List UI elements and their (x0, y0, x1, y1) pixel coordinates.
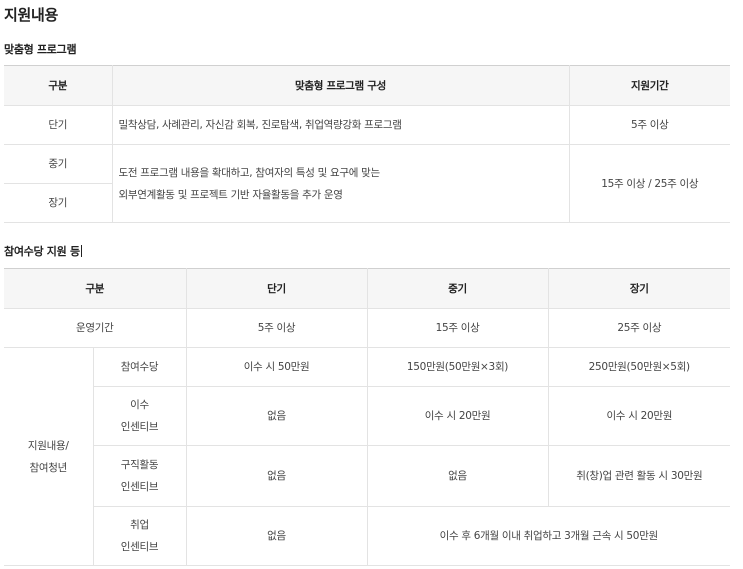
table-row: 단기 밀착상담, 사례관리, 자신감 회복, 진로탐색, 취업역량강화 프로그램… (4, 105, 730, 145)
header-long: 장기 (547, 268, 731, 309)
row-label-short: 단기 (4, 105, 113, 145)
header-mid: 중기 (366, 268, 549, 309)
row-label-allowance: 참여수당 (92, 347, 187, 387)
completion-short: 없음 (185, 386, 368, 446)
table-row: 구직활동 인센티브 없음 없음 취(창)업 관련 활동 시 30만원 (4, 445, 731, 507)
table-header-row: 구분 맞춤형 프로그램 구성 지원기간 (4, 65, 730, 106)
allowance-table: 구분 단기 중기 장기 운영기간 5주 이상 15주 이상 25주 이상 지원내… (4, 268, 731, 566)
row-label-line: 인센티브 (120, 421, 159, 433)
program-content-line: 도전 프로그램 내용을 확대하고, 참여자의 특성 및 요구에 맞는 (118, 166, 381, 179)
header-category: 구분 (4, 268, 187, 309)
section-title-text: 참여수당 지원 등 (4, 245, 80, 258)
row-label-long: 장기 (4, 183, 112, 223)
employment-short: 없음 (185, 506, 368, 566)
section-title-program: 맞춤형 프로그램 (4, 43, 77, 56)
page-title: 지원내용 (4, 6, 59, 24)
row-label-jobseeking-incentive: 구직활동 인센티브 (93, 445, 187, 507)
operation-long: 25주 이상 (547, 308, 731, 348)
program-period-short: 5주 이상 (568, 105, 730, 145)
section-title-allowance: 참여수당 지원 등 (4, 243, 82, 259)
row-label-line: 구직활동 (120, 459, 159, 471)
text-caret (80, 245, 82, 257)
row-label-mid: 중기 (4, 144, 113, 184)
program-content-short: 밀착상담, 사례관리, 자신감 회복, 진로탐색, 취업역량강화 프로그램 (111, 105, 570, 145)
table-header-row: 구분 단기 중기 장기 (4, 268, 731, 309)
jobseeking-long: 취(창)업 관련 활동 시 30만원 (547, 445, 731, 507)
jobseeking-short: 없음 (185, 445, 368, 507)
header-program: 맞춤형 프로그램 구성 (111, 65, 570, 106)
group-label-support: 지원내용/ 참여청년 (4, 347, 94, 566)
operation-short: 5주 이상 (185, 308, 368, 348)
program-content-line: 외부연계활동 및 프로젝트 기반 자율활동을 추가 운영 (118, 188, 343, 201)
table-row: 이수 인센티브 없음 이수 시 20만원 이수 시 20만원 (4, 386, 731, 446)
allowance-mid: 150만원(50만원×3회) (366, 347, 549, 387)
completion-long: 이수 시 20만원 (547, 386, 731, 446)
program-period-midlong: 15주 이상 / 25주 이상 (568, 144, 730, 223)
table-row: 취업 인센티브 없음 이수 후 6개월 이내 취업하고 3개월 근속 시 50만… (4, 506, 731, 566)
table-row: 운영기간 5주 이상 15주 이상 25주 이상 (4, 308, 731, 348)
program-table: 구분 맞춤형 프로그램 구성 지원기간 단기 밀착상담, 사례관리, 자신감 회… (4, 65, 730, 223)
group-label-line: 참여청년 (29, 461, 68, 474)
operation-mid: 15주 이상 (366, 308, 549, 348)
group-label-line: 지원내용/ (27, 439, 69, 452)
allowance-long: 250만원(50만원×5회) (547, 347, 731, 387)
completion-mid: 이수 시 20만원 (366, 386, 549, 446)
row-label-line: 인센티브 (120, 481, 159, 493)
row-label-operation: 운영기간 (4, 308, 187, 348)
row-label-line: 인센티브 (120, 541, 159, 553)
employment-midlong: 이수 후 6개월 이내 취업하고 3개월 근속 시 50만원 (366, 506, 731, 566)
row-label-completion-incentive: 이수 인센티브 (93, 386, 187, 446)
header-period: 지원기간 (568, 65, 730, 106)
header-short: 단기 (185, 268, 368, 309)
row-label-line: 이수 (130, 399, 149, 411)
row-label-line: 취업 (130, 519, 149, 531)
program-content-midlong: 도전 프로그램 내용을 확대하고, 참여자의 특성 및 요구에 맞는 외부연계활… (111, 144, 570, 223)
row-label-employment-incentive: 취업 인센티브 (93, 506, 187, 566)
jobseeking-mid: 없음 (366, 445, 549, 507)
table-row: 중기 도전 프로그램 내용을 확대하고, 참여자의 특성 및 요구에 맞는 외부… (4, 144, 730, 223)
header-category: 구분 (4, 65, 113, 106)
table-row: 지원내용/ 참여청년 참여수당 이수 시 50만원 150만원(50만원×3회)… (4, 347, 731, 566)
allowance-short: 이수 시 50만원 (185, 347, 368, 387)
